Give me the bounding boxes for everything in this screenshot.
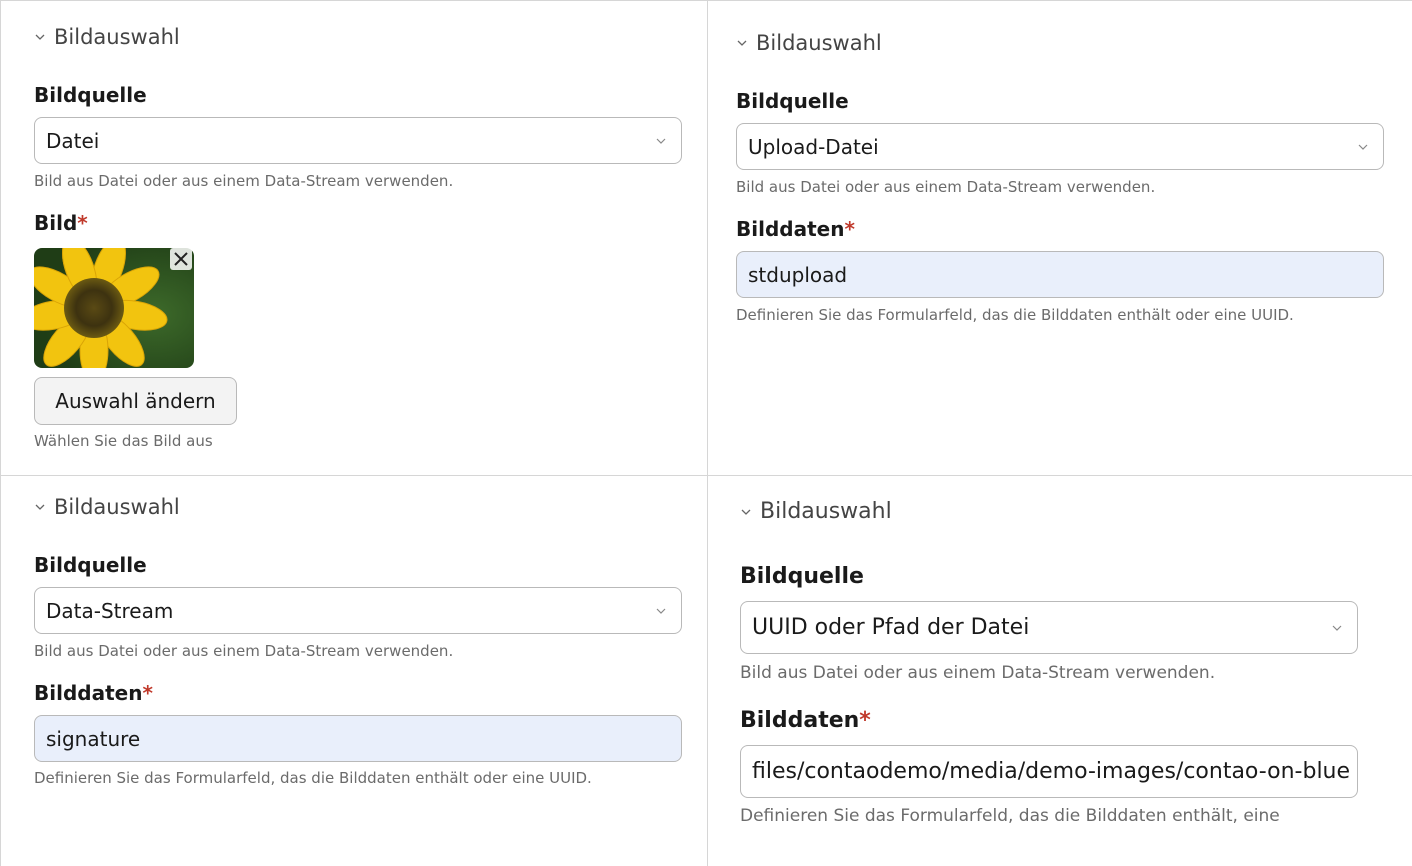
- image-data-hint: Definieren Sie das Formularfeld, das die…: [740, 806, 1280, 826]
- source-select-value: UUID oder Pfad der Datei: [752, 615, 1030, 640]
- change-selection-button[interactable]: Auswahl ändern: [34, 377, 237, 425]
- image-data-label: Bilddaten*: [736, 217, 855, 241]
- required-marker: *: [844, 217, 855, 241]
- image-selection-panel-upload: Bildauswahl Bildquelle Upload-Datei Bild…: [707, 0, 1412, 476]
- image-selection-panel-file: Bildauswahl Bildquelle Datei Bild aus Da…: [0, 0, 708, 476]
- image-data-hint: Definieren Sie das Formularfeld, das die…: [34, 769, 592, 787]
- image-data-value: files/contaodemo/media/demo-images/conta…: [752, 759, 1351, 784]
- image-data-input[interactable]: signature: [34, 715, 682, 762]
- image-data-input[interactable]: stdupload: [736, 251, 1384, 298]
- chevron-down-icon: [741, 509, 751, 515]
- source-select[interactable]: Upload-Datei: [736, 123, 1384, 170]
- image-selection-panel-uuid: Bildauswahl Bildquelle UUID oder Pfad de…: [707, 475, 1412, 866]
- close-icon: [170, 248, 192, 270]
- remove-image-button[interactable]: [170, 248, 192, 270]
- image-selection-panel-stream: Bildauswahl Bildquelle Data-Stream Bild …: [0, 475, 708, 866]
- image-data-value: stdupload: [748, 262, 848, 287]
- chevron-down-icon: [35, 34, 45, 40]
- source-select-value: Upload-Datei: [748, 134, 879, 159]
- fieldset-toggle[interactable]: Bildauswahl: [736, 31, 882, 55]
- source-label: Bildquelle: [34, 553, 147, 577]
- source-select[interactable]: UUID oder Pfad der Datei: [740, 601, 1358, 654]
- image-data-value: signature: [46, 726, 141, 751]
- image-data-hint: Definieren Sie das Formularfeld, das die…: [736, 306, 1294, 324]
- chevron-down-icon: [737, 40, 747, 46]
- chevron-down-icon: [656, 608, 666, 614]
- image-data-label: Bilddaten*: [740, 708, 871, 733]
- image-data-input[interactable]: files/contaodemo/media/demo-images/conta…: [740, 745, 1358, 798]
- source-select-value: Data-Stream: [46, 598, 174, 623]
- source-select[interactable]: Data-Stream: [34, 587, 682, 634]
- required-marker: *: [142, 681, 153, 705]
- source-select[interactable]: Datei: [34, 117, 682, 164]
- source-hint: Bild aus Datei oder aus einem Data-Strea…: [740, 663, 1216, 683]
- required-marker: *: [77, 211, 88, 235]
- fieldset-toggle[interactable]: Bildauswahl: [34, 25, 180, 49]
- fieldset-toggle[interactable]: Bildauswahl: [740, 499, 892, 524]
- chevron-down-icon: [656, 138, 666, 144]
- source-label: Bildquelle: [34, 83, 147, 107]
- chevron-down-icon: [1332, 625, 1342, 631]
- source-hint: Bild aus Datei oder aus einem Data-Strea…: [736, 178, 1156, 196]
- source-label: Bildquelle: [736, 89, 849, 113]
- source-label: Bildquelle: [740, 564, 864, 589]
- fieldset-legend: Bildauswahl: [54, 25, 180, 49]
- source-select-value: Datei: [46, 128, 100, 153]
- required-marker: *: [859, 708, 871, 733]
- source-hint: Bild aus Datei oder aus einem Data-Strea…: [34, 172, 454, 190]
- chevron-down-icon: [1358, 144, 1368, 150]
- image-label: Bild*: [34, 211, 88, 235]
- image-data-label: Bilddaten*: [34, 681, 153, 705]
- fieldset-legend: Bildauswahl: [756, 31, 882, 55]
- fieldset-toggle[interactable]: Bildauswahl: [34, 495, 180, 519]
- fieldset-legend: Bildauswahl: [54, 495, 180, 519]
- fieldset-legend: Bildauswahl: [760, 499, 892, 524]
- chevron-down-icon: [35, 504, 45, 510]
- source-hint: Bild aus Datei oder aus einem Data-Strea…: [34, 642, 454, 660]
- image-hint: Wählen Sie das Bild aus: [34, 432, 213, 450]
